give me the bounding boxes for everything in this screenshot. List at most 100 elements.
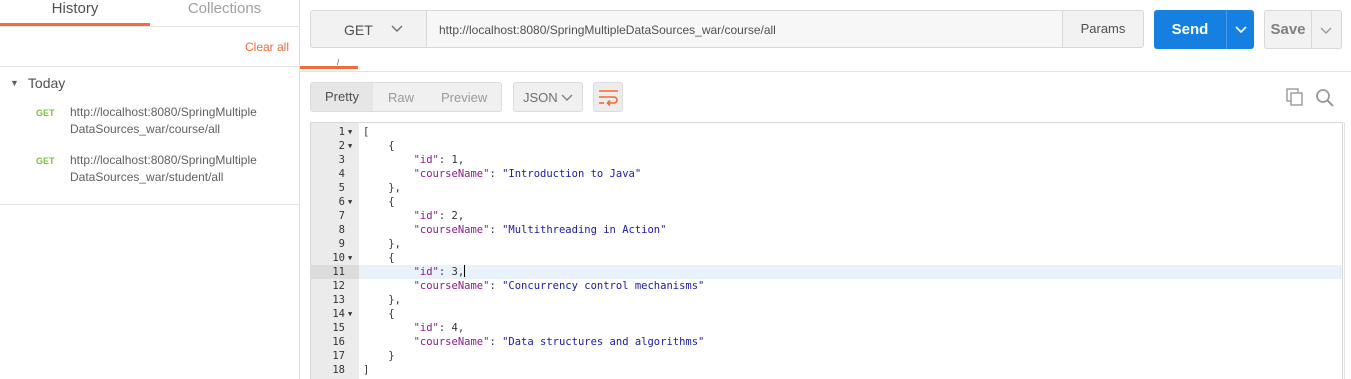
code-line: 8 "courseName": "Multithreading in Actio… bbox=[311, 223, 1342, 237]
code-line: 10 ▼ { bbox=[311, 251, 1342, 265]
code-text: }, bbox=[363, 294, 401, 306]
format-select[interactable]: JSON bbox=[513, 82, 583, 112]
chevron-down-icon bbox=[561, 94, 573, 101]
code-text: "courseName": "Introduction to Java" bbox=[413, 168, 642, 180]
scrollbar[interactable] bbox=[1344, 122, 1345, 379]
line-number: 11 bbox=[311, 265, 359, 279]
code-text: }, bbox=[363, 238, 401, 250]
history-item-url: http://localhost:8080/SpringMultiple Data… bbox=[70, 105, 257, 136]
line-number: 4 bbox=[338, 168, 345, 180]
method-select[interactable]: GET bbox=[310, 10, 427, 48]
code-text: "courseName": "Concurrency control mecha… bbox=[413, 280, 705, 292]
method-badge: GET bbox=[36, 108, 55, 118]
group-label: Today bbox=[27, 75, 66, 91]
code-text: "id": 1, bbox=[413, 154, 465, 166]
line-number: 13 bbox=[332, 294, 345, 306]
code-text: { bbox=[363, 196, 395, 208]
code-text: { bbox=[363, 252, 395, 264]
send-button[interactable]: Send bbox=[1154, 10, 1226, 49]
clear-all-link[interactable]: Clear all bbox=[245, 40, 289, 54]
code-line: 13 }, bbox=[311, 293, 1342, 307]
code-line: 6 ▼ { bbox=[311, 195, 1342, 209]
format-label: JSON bbox=[523, 90, 558, 105]
tab-preview[interactable]: Preview bbox=[441, 90, 487, 105]
response-body-editor[interactable]: 1 ▼[2 ▼ {3 "id": 1, 4 "courseName": "Introd… bbox=[310, 122, 1343, 379]
line-number: 18 bbox=[332, 364, 345, 376]
code-line: 15 "id": 4, bbox=[311, 321, 1342, 335]
fold-toggle-icon[interactable]: ▼ bbox=[348, 307, 352, 321]
code-text: { bbox=[363, 140, 395, 152]
params-button[interactable]: Params bbox=[1062, 10, 1144, 48]
sidebar: History Collections Clear all ▼ Today GET… bbox=[0, 0, 300, 379]
history-group-today[interactable]: ▼ Today bbox=[10, 75, 65, 91]
code-line: 16 "courseName": "Data structures and al… bbox=[311, 335, 1342, 349]
line-number: 8 bbox=[338, 224, 345, 236]
tab-history[interactable]: History bbox=[0, 0, 150, 26]
code-text: "id": 4, bbox=[413, 322, 465, 334]
text-cursor bbox=[464, 265, 466, 277]
save-button[interactable]: Save bbox=[1264, 10, 1312, 49]
send-options-button[interactable] bbox=[1226, 10, 1254, 49]
line-number: 7 bbox=[338, 210, 345, 222]
tab-collections[interactable]: Collections bbox=[150, 0, 299, 26]
chevron-down-icon bbox=[1235, 26, 1247, 34]
fold-toggle-icon[interactable]: ▼ bbox=[348, 125, 352, 139]
code-text: "id": 3, bbox=[413, 265, 466, 278]
fold-toggle-icon[interactable]: ▼ bbox=[348, 195, 352, 209]
code-line: 4 "courseName": "Introduction to Java" bbox=[311, 167, 1342, 181]
code-line: 9 }, bbox=[311, 237, 1342, 251]
save-options-button[interactable] bbox=[1312, 10, 1342, 49]
code-line: 14 ▼ { bbox=[311, 307, 1342, 321]
line-number: 17 bbox=[332, 350, 345, 362]
chevron-down-icon bbox=[391, 25, 403, 32]
code-line: 5 }, bbox=[311, 181, 1342, 195]
divider bbox=[0, 66, 299, 67]
main-panel: GET Params Send Save / Pretty Raw Previe… bbox=[300, 0, 1351, 379]
code-text: { bbox=[363, 308, 395, 320]
tab-raw[interactable]: Raw bbox=[388, 90, 414, 105]
search-icon[interactable] bbox=[1315, 88, 1334, 107]
code-text: ] bbox=[363, 364, 370, 376]
history-item-url: http://localhost:8080/SpringMultiple Data… bbox=[70, 153, 257, 184]
view-mode-tabs: Pretty Raw Preview bbox=[310, 82, 502, 112]
active-tab-underline bbox=[300, 66, 358, 69]
url-input[interactable] bbox=[437, 11, 1051, 49]
code-text: "courseName": "Data structures and algor… bbox=[413, 336, 705, 348]
sidebar-tabs: History Collections bbox=[0, 0, 299, 27]
divider bbox=[0, 204, 299, 205]
code-line: 7 "id": 2, bbox=[311, 209, 1342, 223]
method-badge: GET bbox=[36, 156, 55, 166]
code-line: 2 ▼ { bbox=[311, 139, 1342, 153]
line-number: 9 bbox=[338, 238, 345, 250]
request-bar: GET Params Send Save bbox=[300, 0, 1351, 62]
line-number: 3 bbox=[338, 154, 345, 166]
code-text: } bbox=[363, 350, 395, 362]
code-text: "courseName": "Multithreading in Action" bbox=[413, 224, 667, 236]
chevron-down-icon bbox=[1320, 27, 1332, 34]
line-number: 5 bbox=[338, 182, 345, 194]
tab-pretty[interactable]: Pretty bbox=[311, 83, 373, 111]
line-number: 12 bbox=[332, 280, 345, 292]
code-text: "id": 2, bbox=[413, 210, 465, 222]
line-number: 16 bbox=[332, 336, 345, 348]
url-field[interactable] bbox=[427, 10, 1063, 49]
code-line: 12 "courseName": "Concurrency control me… bbox=[311, 279, 1342, 293]
fold-toggle-icon[interactable]: ▼ bbox=[348, 251, 352, 265]
history-item[interactable]: GET http://localhost:8080/SpringMultiple… bbox=[36, 152, 286, 188]
caret-down-icon: ▼ bbox=[10, 78, 19, 88]
wrap-lines-icon bbox=[599, 90, 618, 106]
code-line: 11 "id": 3, bbox=[311, 265, 1342, 279]
code-text: }, bbox=[363, 182, 401, 194]
wrap-lines-button[interactable] bbox=[593, 82, 623, 112]
divider bbox=[300, 71, 1351, 72]
code-line: 1 ▼[ bbox=[311, 125, 1342, 139]
copy-icon[interactable] bbox=[1286, 88, 1304, 106]
method-label: GET bbox=[344, 22, 373, 38]
code-line: 17 } bbox=[311, 349, 1342, 363]
code-line: 3 "id": 1, bbox=[311, 153, 1342, 167]
history-item[interactable]: GET http://localhost:8080/SpringMultiple… bbox=[36, 104, 286, 140]
fold-toggle-icon[interactable]: ▼ bbox=[348, 139, 352, 153]
code-text: [ bbox=[363, 126, 370, 138]
line-number: 15 bbox=[332, 322, 345, 334]
code-line: 18] bbox=[311, 363, 1342, 377]
